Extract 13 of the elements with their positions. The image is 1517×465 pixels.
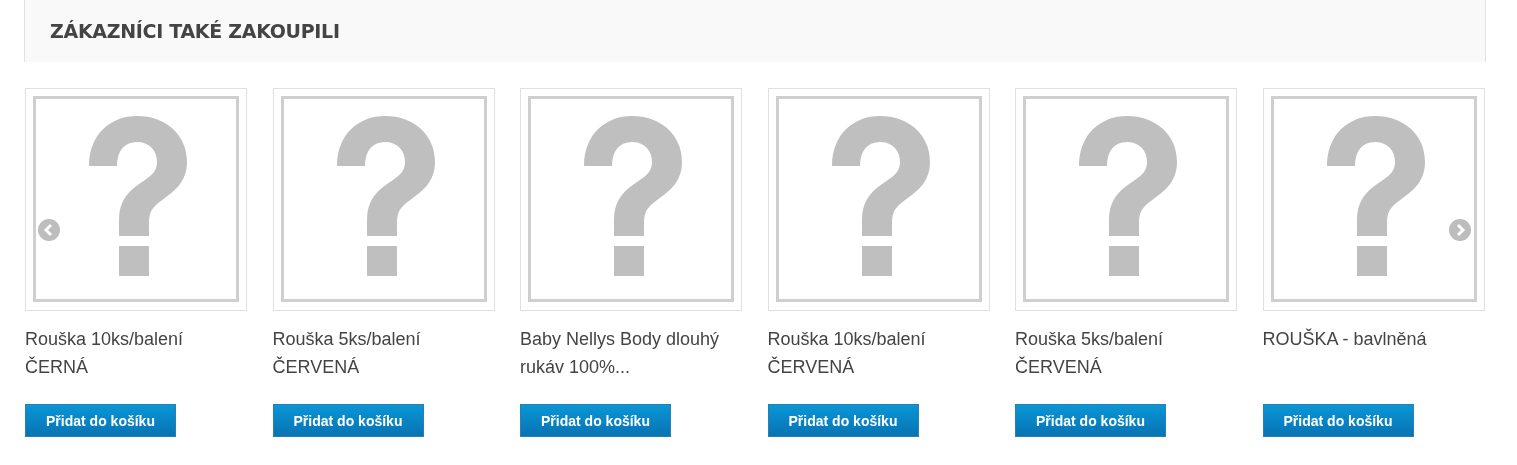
add-to-cart-button[interactable]: Přidat do košíku <box>272 404 424 437</box>
product-name-link[interactable]: Rouška 10ks/balení ČERNÁ <box>25 325 247 391</box>
product-name-link[interactable]: Rouška 5ks/balení ČERVENÁ <box>272 325 495 391</box>
product-name-link[interactable]: ROUŠKA - bavlněná <box>1262 325 1485 391</box>
add-to-cart-button[interactable]: Přidat do košíku <box>1015 404 1166 437</box>
product-name-link[interactable]: Rouška 10ks/balení ČERVENÁ <box>767 325 990 391</box>
product-name-link[interactable]: Rouška 5ks/balení ČERVENÁ <box>1015 325 1237 391</box>
add-to-cart-button[interactable]: Přidat do košíku <box>1262 404 1414 437</box>
product-name-link[interactable]: Baby Nellys Body dlouhý rukáv 100%... <box>520 325 742 391</box>
add-to-cart-button[interactable]: Přidat do košíku <box>520 404 671 437</box>
add-to-cart-button[interactable]: Přidat do košíku <box>25 404 176 437</box>
add-to-cart-button[interactable]: Přidat do košíku <box>767 404 919 437</box>
section-title: ZÁKAZNÍCI TAKÉ ZAKOUPILI <box>50 20 340 42</box>
